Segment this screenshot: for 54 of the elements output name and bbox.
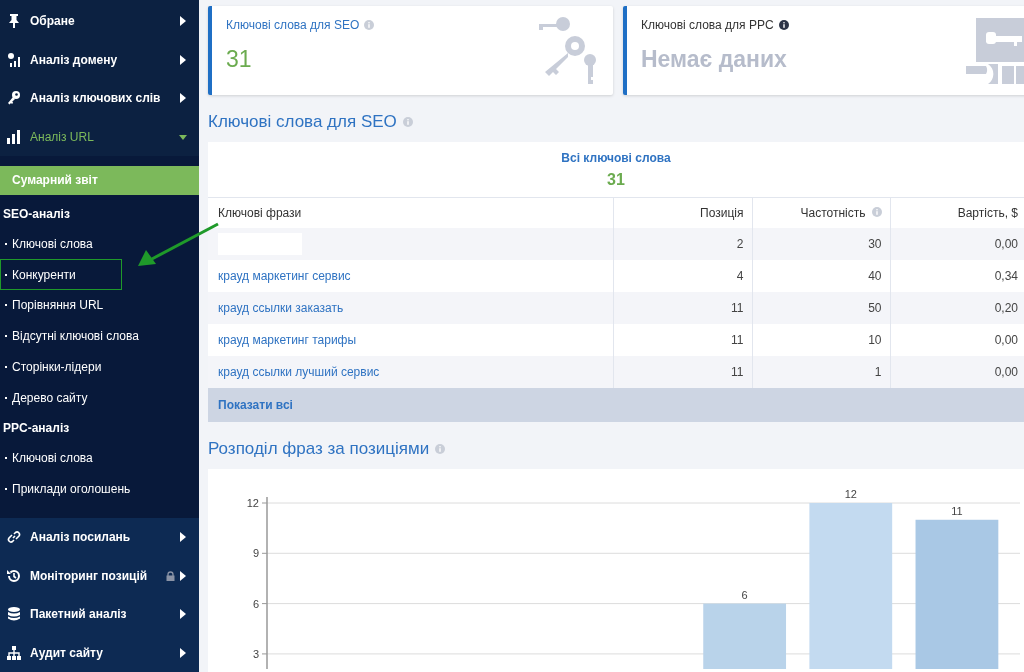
submenu-item[interactable]: Дерево сайту — [0, 382, 199, 413]
menu-item[interactable]: Обране — [30, 14, 171, 29]
bar-value-label: 11 — [951, 504, 963, 517]
submenu-item[interactable]: Приклади оголошень — [0, 473, 199, 505]
table-cell: 0,20 — [890, 292, 1024, 324]
table-cell: 1 — [752, 356, 890, 388]
key-icon[interactable] — [6, 90, 22, 107]
table-cell: 0,00 — [890, 228, 1024, 260]
card-value: 31 — [226, 46, 253, 73]
table-cell: 0,00 — [890, 356, 1024, 388]
submenu-item[interactable]: Ключові слова — [0, 228, 199, 260]
column-header[interactable]: Ключові фрази — [218, 206, 302, 220]
axis-tick-label: 9 — [252, 547, 259, 560]
keyword-link[interactable]: крауд маркетинг тарифы — [218, 333, 357, 347]
table-cell: 11 — [613, 356, 752, 388]
axis-tick-label: 6 — [252, 597, 259, 610]
column-header[interactable]: Частотність — [800, 206, 866, 220]
menu-item[interactable]: Аналіз домену — [30, 52, 171, 67]
menu-item[interactable]: Аналіз URL — [30, 129, 171, 144]
table-cell: 50 — [752, 292, 890, 324]
column-header[interactable]: Позиція — [700, 206, 744, 220]
axis-tick-label: 3 — [252, 647, 259, 660]
link-icon[interactable] — [6, 529, 22, 546]
sitemap-icon[interactable] — [6, 644, 22, 661]
submenu-item[interactable]: Відсутні ключові слова — [0, 320, 199, 352]
keyword-link[interactable]: крауд ссылки заказать — [218, 301, 344, 315]
keyword-link[interactable]: крауд ссылки лучший сервис — [218, 365, 380, 379]
table-cell: 2 — [613, 228, 752, 260]
bar-value-label: 6 — [741, 588, 748, 601]
keyword-link[interactable]: крауд маркетинг сервис — [218, 269, 351, 283]
submenu-item[interactable]: Конкуренти — [0, 259, 122, 291]
section-heading: PPC-аналіз — [2, 419, 71, 437]
column-header[interactable]: Вартість, $ — [957, 206, 1018, 220]
table-cell: 11 — [613, 292, 752, 324]
pin-icon[interactable] — [6, 13, 22, 30]
submenu-item[interactable]: Ключові слова — [0, 442, 199, 474]
section-title: Ключові слова для SEO — [208, 112, 397, 132]
card-title: Ключові слова для PPC — [641, 18, 774, 32]
info-icon[interactable] — [778, 20, 789, 30]
summary-label[interactable]: Всі ключові слова — [561, 150, 671, 165]
section-title: Розподіл фраз за позиціями — [208, 439, 430, 459]
database-icon[interactable] — [6, 606, 22, 623]
bars-icon[interactable] — [6, 128, 22, 145]
summary-value: 31 — [607, 170, 625, 189]
section-heading: SEO-аналіз — [2, 205, 71, 223]
card-title: Ключові слова для SEO — [226, 18, 360, 32]
submenu-item[interactable]: Порівняння URL — [0, 290, 199, 321]
submenu-item[interactable]: Сторінки-лідери — [0, 351, 199, 383]
bar-value-label: 12 — [844, 488, 857, 500]
table-cell: 30 — [752, 228, 890, 260]
axis-tick-label: 12 — [246, 497, 259, 509]
menu-item[interactable]: Аналіз ключових слів — [30, 91, 171, 106]
card-value: Немає даних — [641, 46, 788, 73]
history-icon[interactable] — [6, 567, 22, 584]
